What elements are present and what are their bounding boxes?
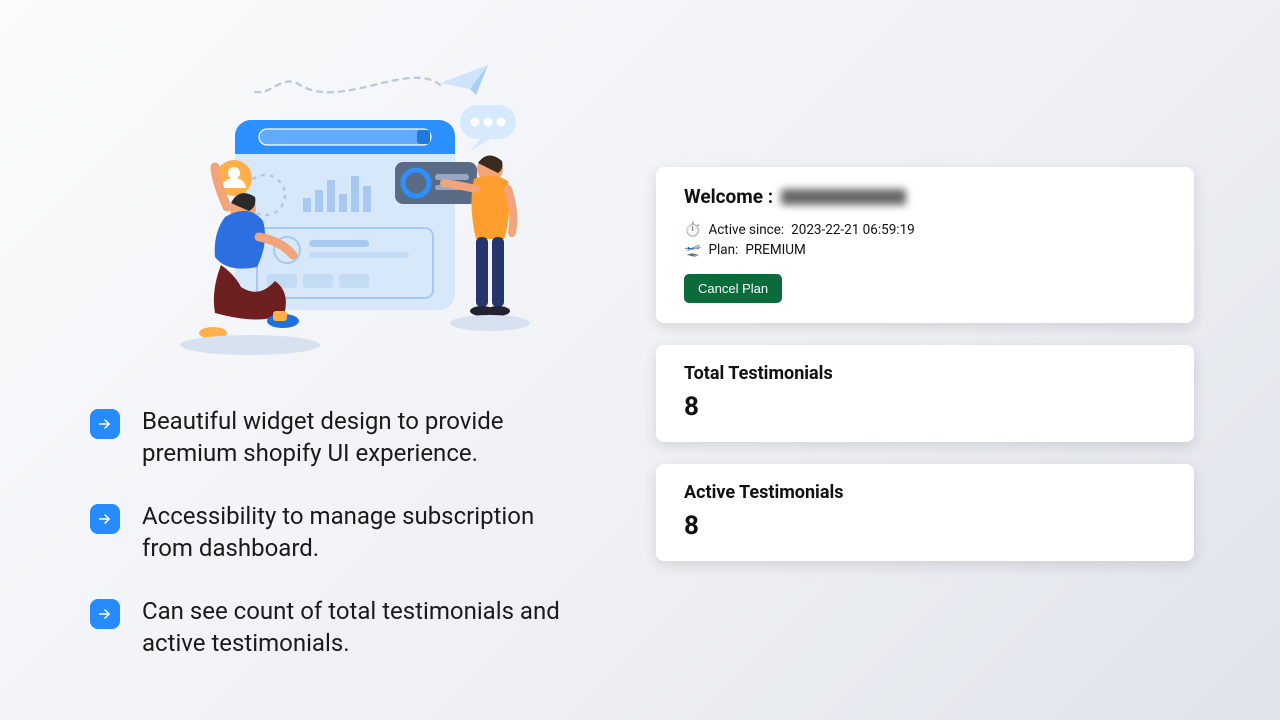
arrow-right-icon (90, 409, 120, 439)
stopwatch-icon: ⏱️ (684, 223, 701, 237)
feature-item: Accessibility to manage subscrip­tion fr… (90, 500, 600, 565)
active-testimonials-value: 8 (684, 511, 1166, 541)
total-testimonials-card: Total Testimonials 8 (656, 345, 1194, 442)
active-since-value: 2023-22-21 06:59:19 (791, 222, 915, 238)
feature-list: Beautiful widget design to provide premi… (90, 405, 600, 689)
active-testimonials-label: Active Testimonials (684, 482, 1166, 503)
welcome-label: Welcome : (684, 185, 773, 208)
active-since-label: Active since: (708, 222, 784, 238)
cancel-plan-button[interactable]: Cancel Plan (684, 274, 782, 303)
store-name-redacted (781, 189, 906, 205)
hero-illustration (140, 50, 550, 370)
active-since-row: ⏱️ Active since: 2023-22-21 06:59:19 (684, 222, 1166, 238)
plan-value: PREMIUM (745, 242, 806, 258)
feature-text: Accessibility to manage subscrip­tion fr… (142, 500, 572, 565)
welcome-title: Welcome : (684, 185, 1166, 208)
plan-label: Plan: (708, 242, 738, 258)
active-testimonials-card: Active Testimonials 8 (656, 464, 1194, 561)
total-testimonials-label: Total Testimonials (684, 363, 1166, 384)
feature-text: Beautiful widget design to provide premi… (142, 405, 572, 470)
welcome-card: Welcome : ⏱️ Active since: 2023-22-21 06… (656, 167, 1194, 323)
feature-text: Can see count of total testimonials and … (142, 595, 572, 660)
feature-item: Beautiful widget design to provide premi… (90, 405, 600, 470)
plane-icon: 🛫 (684, 243, 701, 257)
plan-row: 🛫 Plan: PREMIUM (684, 242, 1166, 258)
total-testimonials-value: 8 (684, 392, 1166, 422)
arrow-right-icon (90, 504, 120, 534)
arrow-right-icon (90, 599, 120, 629)
feature-item: Can see count of total testimonials and … (90, 595, 600, 660)
dashboard-cards: Welcome : ⏱️ Active since: 2023-22-21 06… (656, 167, 1194, 583)
